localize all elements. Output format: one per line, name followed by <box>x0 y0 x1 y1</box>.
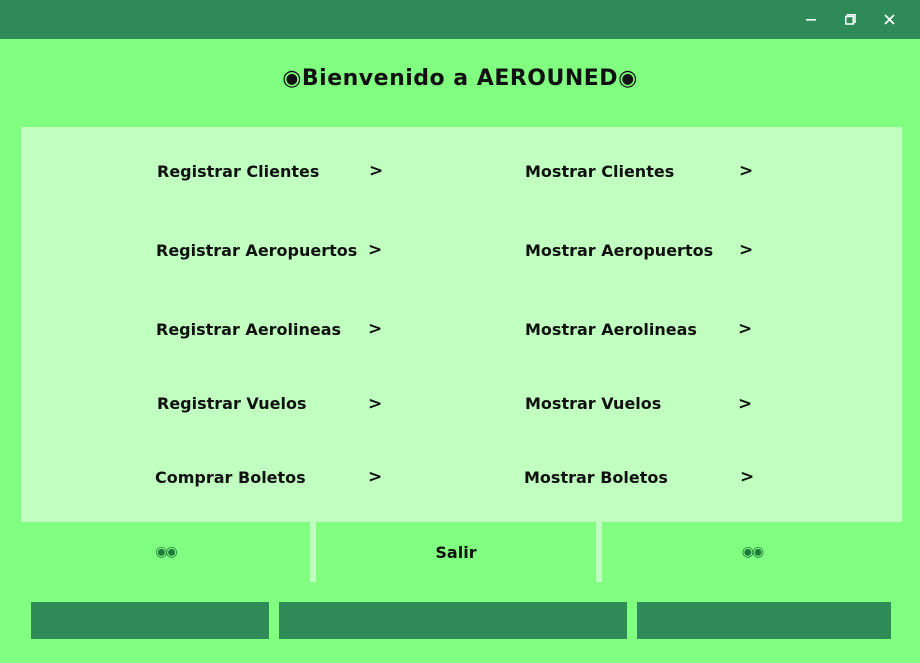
buy-tickets-button[interactable]: Comprar Boletos <box>155 468 306 487</box>
show-tickets-button[interactable]: Mostrar Boletos <box>524 468 668 487</box>
show-airports-arrow[interactable]: > <box>739 240 753 260</box>
register-airlines-arrow[interactable]: > <box>368 319 382 339</box>
footer-left-cell: ◉◉ <box>21 522 310 582</box>
register-clients-arrow[interactable]: > <box>369 161 383 181</box>
register-airports-button[interactable]: Registrar Aeropuertos <box>156 241 357 260</box>
show-flights-arrow[interactable]: > <box>738 394 752 414</box>
register-airlines-button[interactable]: Registrar Aerolineas <box>156 320 341 339</box>
register-airports-arrow[interactable]: > <box>368 240 382 260</box>
close-icon[interactable] <box>870 0 909 39</box>
decoration-dots-right: ◉◉ <box>741 544 764 560</box>
restore-icon[interactable] <box>831 0 870 39</box>
footer-bar-left <box>31 602 269 639</box>
minimize-icon[interactable] <box>792 0 831 39</box>
window-titlebar <box>0 0 920 39</box>
register-flights-button[interactable]: Registrar Vuelos <box>157 394 306 413</box>
register-clients-button[interactable]: Registrar Clientes <box>157 162 319 181</box>
show-clients-button[interactable]: Mostrar Clientes <box>525 162 674 181</box>
register-flights-arrow[interactable]: > <box>368 394 382 414</box>
show-clients-arrow[interactable]: > <box>739 161 753 181</box>
show-airlines-button[interactable]: Mostrar Aerolineas <box>525 320 697 339</box>
exit-button[interactable]: Salir <box>316 522 596 582</box>
menu-panel: Registrar Clientes > Registrar Aeropuert… <box>21 127 902 522</box>
show-flights-button[interactable]: Mostrar Vuelos <box>525 394 661 413</box>
show-airports-button[interactable]: Mostrar Aeropuertos <box>525 241 713 260</box>
show-airlines-arrow[interactable]: > <box>738 319 752 339</box>
buy-tickets-arrow[interactable]: > <box>368 467 382 487</box>
footer-bar-right <box>637 602 891 639</box>
decoration-dots-left: ◉◉ <box>155 544 177 560</box>
page-title: ◉Bienvenido a AEROUNED◉ <box>282 66 638 91</box>
show-tickets-arrow[interactable]: > <box>740 467 754 487</box>
footer-bar-center <box>279 602 627 639</box>
exit-label[interactable]: Salir <box>435 543 476 562</box>
footer-right-cell: ◉◉ <box>602 522 902 582</box>
